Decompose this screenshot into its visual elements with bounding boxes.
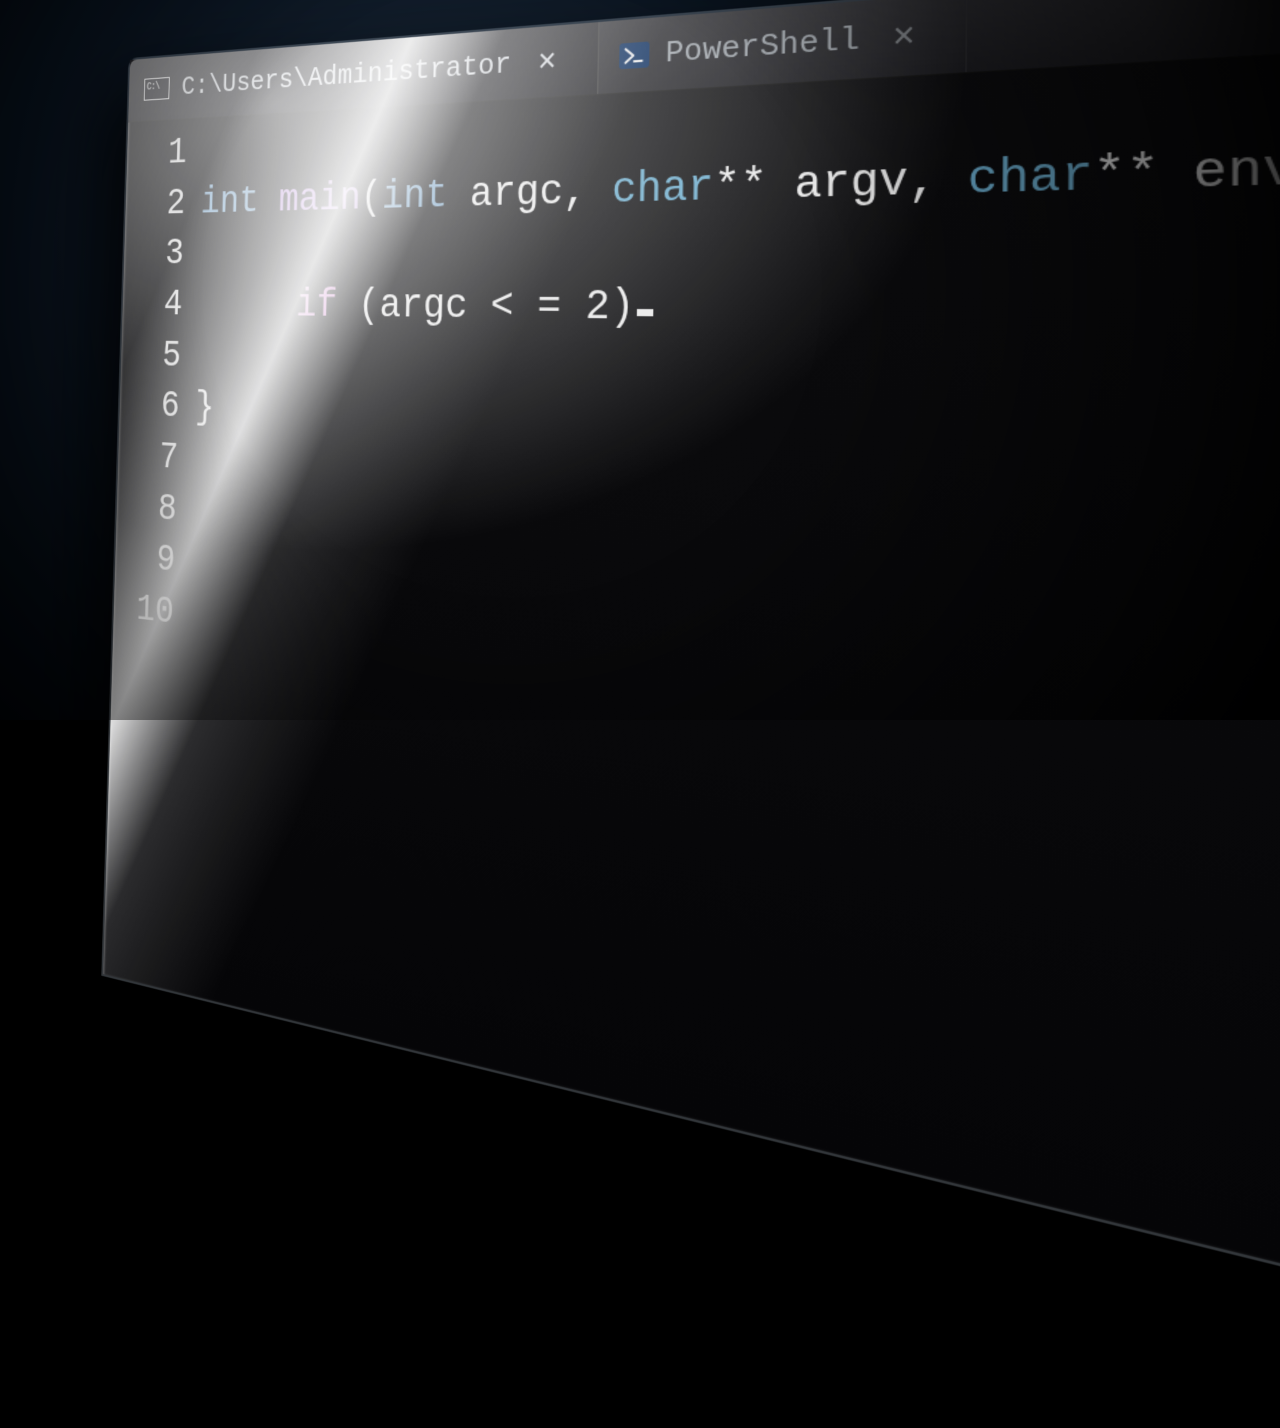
text-cursor	[637, 309, 654, 316]
line-number-gutter: 12345678910	[113, 126, 203, 641]
token-expr: (argc < = 2)	[337, 283, 635, 332]
code-area[interactable]: int main(int argc, char** argv, char** e…	[189, 57, 1280, 796]
token-punct: }	[195, 386, 215, 429]
token-ident: argc,	[447, 166, 612, 218]
cmd-icon: C:\	[144, 77, 170, 101]
token-keyword: int	[200, 179, 259, 223]
tab-label: C:\Users\Administrator	[181, 47, 511, 102]
code-line: int main(int argc, char** argv, char** e…	[200, 130, 1280, 229]
line-number: 3	[124, 229, 185, 280]
token-function: main	[278, 176, 361, 222]
line-number: 4	[122, 279, 183, 330]
line-number: 9	[115, 531, 176, 588]
token-punct: (	[360, 175, 382, 220]
code-line: if (argc < = 2)	[197, 276, 1280, 349]
backdrop: C:\ C:\Users\Administrator ✕ PowerShell …	[0, 0, 1280, 720]
close-icon[interactable]: ✕	[526, 41, 569, 83]
line-number: 6	[119, 380, 180, 433]
token-indent	[197, 283, 296, 327]
token-type: char	[967, 149, 1093, 207]
line-number: 7	[118, 430, 179, 484]
token-control: if	[296, 283, 338, 327]
line-number: 5	[121, 330, 182, 382]
close-icon[interactable]: ✕	[878, 13, 930, 60]
token-keyword: int	[381, 172, 448, 219]
token-ident: ** argv,	[713, 153, 968, 212]
line-number: 2	[125, 178, 186, 230]
line-number: 8	[116, 480, 177, 536]
code-line: }	[194, 382, 1280, 497]
token-type: char	[611, 163, 714, 215]
line-number: 10	[113, 581, 174, 639]
terminal-window: C:\ C:\Users\Administrator ✕ PowerShell …	[103, 0, 1280, 1428]
token-ident: ** envp) {	[1093, 135, 1280, 203]
editor[interactable]: 12345678910 int main(int argc, char** ar…	[113, 6, 1280, 878]
tab-label: PowerShell	[665, 21, 860, 71]
powershell-icon	[619, 41, 649, 69]
line-number: 1	[126, 127, 187, 180]
